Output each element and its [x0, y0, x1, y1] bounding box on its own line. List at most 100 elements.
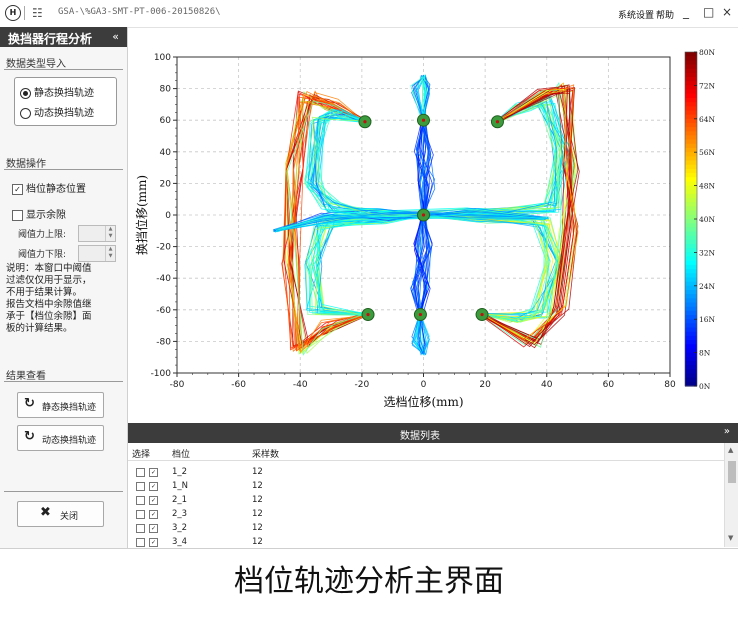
close-panel-button[interactable]: ✖ 关闭 — [17, 501, 104, 527]
title-separator — [24, 6, 25, 20]
colorbar-segment — [685, 298, 697, 304]
colorbar-segment — [685, 206, 697, 212]
row-select-checkbox[interactable]: ✓ — [149, 496, 158, 505]
grid-menu-icon[interactable]: ☷ — [32, 6, 43, 20]
colorbar-segment — [685, 219, 697, 224]
colorbar-segment — [685, 323, 697, 329]
colorbar-segment — [685, 122, 697, 128]
section-divider — [4, 381, 123, 382]
minimize-button[interactable]: _ — [683, 5, 689, 19]
checkbox-gear-position[interactable]: ✓ 档位静态位置 — [12, 180, 86, 195]
maximize-button[interactable]: □ — [703, 5, 714, 19]
colorbar-segment — [685, 227, 697, 233]
colorbar-segment — [685, 252, 697, 258]
colorbar-segment — [685, 260, 697, 266]
section-divider — [4, 169, 123, 170]
row-select-checkbox[interactable]: ✓ — [149, 524, 158, 533]
panel-title: 换挡器行程分析 — [8, 32, 93, 46]
gear-position-center — [363, 120, 367, 124]
lower-threshold-input[interactable]: ▲ ▼ — [78, 245, 116, 262]
row-select-checkbox[interactable]: ✓ — [149, 468, 158, 477]
table-row[interactable]: ✓ 1_N 12 — [128, 479, 724, 493]
samples-cell: 12 — [252, 509, 263, 519]
system-settings-link[interactable]: 系统设置 — [618, 8, 654, 21]
dynamic-track-button[interactable]: ↻ 动态换挡轨迹 — [17, 425, 104, 451]
row-expand-icon[interactable] — [136, 482, 145, 491]
checkbox-checked-icon: ✓ — [12, 183, 23, 195]
colorbar-segment — [685, 369, 697, 375]
colorbar-segment — [685, 331, 697, 337]
scroll-down-icon[interactable]: ▼ — [728, 534, 733, 542]
x-tick-label: -80 — [170, 380, 185, 390]
table-row[interactable]: ✓ 3_2 12 — [128, 521, 724, 535]
samples-cell: 12 — [252, 467, 263, 477]
data-list-collapse-icon[interactable]: » — [724, 426, 730, 437]
column-header[interactable]: 采样数 — [252, 447, 279, 460]
radio-static-track[interactable]: 静态换挡轨迹 — [20, 84, 94, 99]
table-row[interactable]: ✓ 3_4 12 — [128, 535, 724, 547]
colorbar-segment — [685, 110, 697, 116]
row-expand-icon[interactable] — [136, 496, 145, 505]
spinner-arrows-icon[interactable]: ▲ ▼ — [105, 246, 115, 261]
ops-section-title: 数据操作 — [6, 159, 46, 170]
radio-dynamic-label: 动态换挡轨迹 — [34, 108, 94, 119]
x-tick-label: -60 — [231, 380, 246, 390]
checkbox-show-margin[interactable]: 显示余隙 — [12, 206, 66, 221]
panel-header: 换挡器行程分析 « — [0, 27, 127, 47]
radio-static-label: 静态换挡轨迹 — [34, 88, 94, 99]
row-expand-icon[interactable] — [136, 524, 145, 533]
close-window-button[interactable]: × — [722, 5, 732, 19]
row-select-checkbox[interactable]: ✓ — [149, 482, 158, 491]
samples-cell: 12 — [252, 523, 263, 533]
colorbar-segment — [685, 231, 697, 237]
samples-cell: 12 — [252, 495, 263, 505]
colorbar-segment — [685, 319, 697, 324]
colorbar-tick-label: 72N — [699, 81, 716, 90]
y-tick-label: -80 — [156, 337, 171, 347]
checkbox-gear-position-label: 档位静态位置 — [26, 184, 86, 195]
gear-position-center — [421, 118, 426, 122]
row-expand-icon[interactable] — [136, 538, 145, 547]
colorbar-segment — [685, 131, 697, 137]
upper-threshold-label: 阈值力上限: — [18, 230, 67, 240]
spinner-arrows-icon[interactable]: ▲ ▼ — [105, 226, 115, 241]
x-tick-label: 60 — [603, 380, 615, 390]
colorbar-tick-label: 16N — [699, 315, 716, 324]
colorbar-segment — [685, 273, 697, 279]
static-track-button[interactable]: ↻ 静态换挡轨迹 — [17, 392, 104, 418]
y-tick-label: -60 — [156, 306, 171, 316]
row-expand-icon[interactable] — [136, 510, 145, 519]
gear-cell: 2_3 — [172, 509, 188, 519]
table-row[interactable]: ✓ 2_3 12 — [128, 507, 724, 521]
row-select-checkbox[interactable]: ✓ — [149, 510, 158, 519]
row-select-checkbox[interactable]: ✓ — [149, 538, 158, 547]
colorbar-segment — [685, 202, 697, 208]
table-row[interactable]: ✓ 1_2 12 — [128, 465, 724, 479]
row-expand-icon[interactable] — [136, 468, 145, 477]
radio-dynamic-track[interactable]: 动态换挡轨迹 — [20, 104, 94, 119]
upper-threshold-input[interactable]: ▲ ▼ — [78, 225, 116, 242]
y-tick-label: 0 — [165, 211, 171, 221]
section-divider — [4, 69, 123, 70]
colorbar-tick-label: 0N — [699, 382, 711, 391]
colorbar-segment — [685, 335, 697, 341]
table-row[interactable]: ✓ 2_1 12 — [128, 493, 724, 507]
data-list-header: 数据列表 » — [128, 423, 738, 443]
colorbar-segment — [685, 185, 697, 191]
scroll-thumb[interactable] — [728, 461, 736, 483]
track-chart-area: -80 -60 -40 -20 0 20 40 60 80 -100 -80 -60 -40 -20 0 20… — [128, 27, 738, 422]
gear-position-center — [495, 120, 500, 124]
colorbar-segment — [685, 306, 697, 312]
radio-checked-icon — [20, 87, 31, 99]
samples-cell: 12 — [252, 481, 263, 491]
colorbar-tick-label: 80N — [699, 48, 716, 57]
panel-collapse-icon[interactable]: « — [112, 30, 119, 43]
gear-track-chart[interactable]: -80 -60 -40 -20 0 20 40 60 80-100-80-60-40-20020… — [128, 27, 738, 422]
column-header[interactable]: 档位 — [172, 447, 190, 460]
data-list-scrollbar[interactable]: ▲ ▼ — [724, 443, 738, 547]
gear-position-center — [418, 312, 423, 317]
column-header[interactable]: 选择 — [132, 447, 150, 460]
help-link[interactable]: 帮助 — [656, 8, 674, 21]
section-divider — [4, 491, 123, 492]
scroll-up-icon[interactable]: ▲ — [728, 446, 733, 454]
